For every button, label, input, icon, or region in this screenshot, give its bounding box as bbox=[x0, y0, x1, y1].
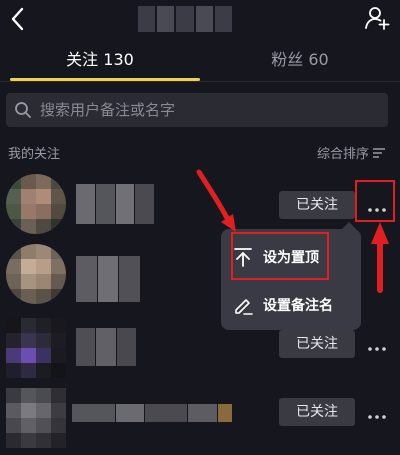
popup-caret bbox=[341, 222, 357, 230]
tab-followers[interactable]: 粉丝 60 bbox=[200, 44, 400, 82]
followed-button[interactable]: 已关注 bbox=[279, 330, 355, 358]
back-button[interactable] bbox=[6, 4, 30, 34]
pin-to-top-icon bbox=[234, 248, 252, 267]
section-label: 我的关注 bbox=[8, 147, 61, 162]
list-item[interactable]: 已关注 bbox=[0, 384, 400, 448]
edit-pencil-icon bbox=[235, 299, 253, 315]
menu-item-pin-to-top[interactable]: 设为置顶 bbox=[221, 237, 361, 277]
menu-label-set-remark: 设置备注名 bbox=[263, 298, 333, 314]
followed-button[interactable]: 已关注 bbox=[279, 398, 355, 426]
more-dots-icon bbox=[368, 415, 386, 419]
username-blurred bbox=[76, 256, 141, 302]
active-tab-indicator bbox=[10, 78, 200, 81]
avatar bbox=[6, 388, 66, 448]
username-blurred bbox=[76, 328, 136, 366]
avatar bbox=[6, 244, 66, 304]
menu-label-pin-to-top: 设为置顶 bbox=[263, 250, 319, 266]
more-options-button[interactable] bbox=[367, 407, 387, 419]
username-blurred bbox=[72, 404, 232, 422]
more-dots-icon bbox=[368, 347, 386, 351]
sort-button[interactable]: 综合排序 bbox=[317, 143, 386, 162]
username-blurred bbox=[76, 184, 154, 224]
more-options-button[interactable] bbox=[367, 200, 387, 212]
menu-item-set-remark[interactable]: 设置备注名 bbox=[221, 285, 361, 325]
search-icon bbox=[15, 102, 31, 118]
page-title-blurred bbox=[138, 6, 233, 32]
sort-icon bbox=[373, 147, 385, 158]
search-bar[interactable] bbox=[6, 93, 388, 127]
add-user-icon bbox=[365, 7, 390, 30]
chevron-left-icon bbox=[11, 7, 24, 31]
more-options-button[interactable] bbox=[367, 339, 387, 351]
avatar bbox=[6, 318, 66, 378]
search-input[interactable] bbox=[40, 93, 380, 127]
top-bar bbox=[0, 0, 400, 40]
sort-label: 综合排序 bbox=[316, 147, 369, 162]
tab-following[interactable]: 关注 130 bbox=[0, 44, 200, 82]
list-item[interactable]: 已关注 bbox=[0, 174, 400, 234]
followed-button[interactable]: 已关注 bbox=[279, 191, 355, 219]
more-dots-icon bbox=[368, 208, 386, 212]
tab-bar: 关注 130 粉丝 60 bbox=[0, 44, 400, 82]
avatar bbox=[6, 174, 66, 234]
more-options-popup: 设为置顶 设置备注名 bbox=[221, 222, 361, 330]
add-user-button[interactable] bbox=[364, 4, 390, 32]
